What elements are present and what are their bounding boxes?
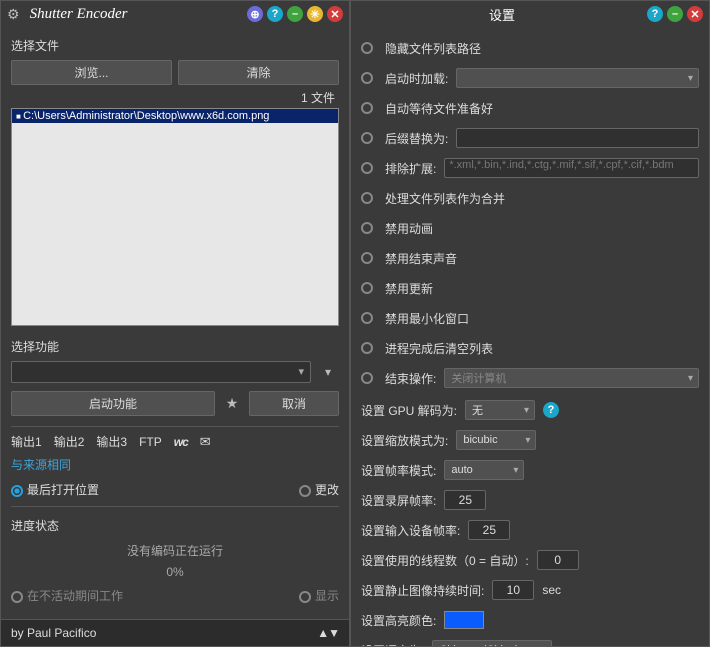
opt-disable-minimize[interactable]: 禁用最小化窗口 bbox=[361, 307, 699, 329]
opt-hide-path[interactable]: 隐藏文件列表路径 bbox=[361, 37, 699, 59]
highlight-color-picker[interactable] bbox=[444, 611, 484, 629]
main-titlebar: ⚙ Shutter Encoder ⊕ ? – ✳ ✕ bbox=[1, 1, 349, 27]
tab-output3[interactable]: 输出3 bbox=[96, 433, 127, 450]
opt-load-on-start[interactable] bbox=[361, 72, 373, 84]
select-files-label: 选择文件 bbox=[11, 37, 339, 54]
language-select[interactable]: Chinese (China) bbox=[432, 640, 552, 646]
function-dropdown[interactable] bbox=[11, 361, 311, 383]
app-title: Shutter Encoder bbox=[26, 6, 243, 23]
opt-auto-wait[interactable]: 自动等待文件准备好 bbox=[361, 97, 699, 119]
browse-button[interactable]: 浏览... bbox=[11, 60, 172, 85]
start-function-button[interactable]: 启动功能 bbox=[11, 391, 215, 416]
last-opened-option[interactable]: 最后打开位置 bbox=[11, 481, 99, 498]
chevron-down-icon[interactable]: ▾ bbox=[317, 361, 339, 383]
tab-output1[interactable]: 输出1 bbox=[11, 433, 42, 450]
file-list[interactable]: C:\Users\Administrator\Desktop\www.x6d.c… bbox=[11, 108, 339, 326]
mail-icon[interactable]: ✉ bbox=[200, 434, 211, 450]
opt-clear-after[interactable]: 进程完成后清空列表 bbox=[361, 337, 699, 359]
close-icon[interactable]: ✕ bbox=[687, 6, 703, 22]
idle-work-option[interactable]: 在不活动期间工作 bbox=[11, 587, 123, 604]
progress-percent: 0% bbox=[11, 565, 339, 579]
file-count: 1 文件 bbox=[11, 87, 339, 108]
author-bar: by Paul Pacifico ▲▼ bbox=[1, 619, 349, 646]
opt-disable-update[interactable]: 禁用更新 bbox=[361, 277, 699, 299]
expand-arrows-icon[interactable]: ▲▼ bbox=[317, 626, 339, 640]
help-icon[interactable]: ? bbox=[543, 402, 559, 418]
opt-treat-merge[interactable]: 处理文件列表作为合并 bbox=[361, 187, 699, 209]
scale-mode-select[interactable]: bicubic bbox=[456, 430, 536, 450]
help-icon[interactable]: ? bbox=[267, 6, 283, 22]
opt-disable-end-sound[interactable]: 禁用结束声音 bbox=[361, 247, 699, 269]
cancel-button[interactable]: 取消 bbox=[249, 391, 339, 416]
star-icon[interactable]: ★ bbox=[221, 393, 243, 415]
show-option[interactable]: 显示 bbox=[299, 587, 339, 604]
minimize-icon[interactable]: – bbox=[667, 6, 683, 22]
progress-label: 进度状态 bbox=[11, 517, 339, 534]
select-function-label: 选择功能 bbox=[11, 338, 339, 355]
gpu-decode-select[interactable]: 无 bbox=[465, 400, 535, 420]
change-option[interactable]: 更改 bbox=[299, 481, 339, 498]
threads-input[interactable]: 0 bbox=[537, 550, 579, 570]
exclude-ext-input[interactable]: *.xml,*.bin,*.ind,*.ctg,*.mif,*.sif,*.cp… bbox=[444, 158, 699, 178]
help-icon[interactable]: ? bbox=[647, 6, 663, 22]
output-tabs: 输出1 输出2 输出3 FTP wc ✉ bbox=[11, 433, 339, 450]
load-on-start-select[interactable] bbox=[456, 68, 699, 88]
still-duration-input[interactable]: 10 bbox=[492, 580, 534, 600]
opt-disable-anim[interactable]: 禁用动画 bbox=[361, 217, 699, 239]
close-icon[interactable]: ✕ bbox=[327, 6, 343, 22]
settings-title: 设置 bbox=[357, 5, 643, 24]
opt-exclude-ext[interactable] bbox=[361, 162, 373, 174]
same-as-source-link[interactable]: 与来源相同 bbox=[11, 456, 339, 473]
fps-mode-select[interactable]: auto bbox=[444, 460, 524, 480]
wetransfer-icon[interactable]: wc bbox=[174, 435, 188, 449]
input-fps-input[interactable]: 25 bbox=[468, 520, 510, 540]
clear-button[interactable]: 清除 bbox=[178, 60, 339, 85]
suffix-input[interactable] bbox=[456, 128, 699, 148]
opt-end-action[interactable] bbox=[361, 372, 373, 384]
main-window: ⚙ Shutter Encoder ⊕ ? – ✳ ✕ 选择文件 浏览... 清… bbox=[0, 0, 350, 647]
tab-ftp[interactable]: FTP bbox=[139, 435, 162, 449]
no-encoding-text: 没有编码正在运行 bbox=[11, 542, 339, 559]
settings-titlebar: 设置 ? – ✕ bbox=[351, 1, 709, 27]
settings-window: 设置 ? – ✕ 隐藏文件列表路径 启动时加载: 自动等待文件准备好 后缀替换为… bbox=[350, 0, 710, 647]
gear-icon[interactable]: ⚙ bbox=[7, 6, 20, 23]
author-text: by Paul Pacifico bbox=[11, 626, 96, 640]
record-fps-input[interactable]: 25 bbox=[444, 490, 486, 510]
tab-output2[interactable]: 输出2 bbox=[54, 433, 85, 450]
minimize-icon[interactable]: – bbox=[287, 6, 303, 22]
end-action-select[interactable]: 关闭计算机 bbox=[444, 368, 699, 388]
globe-icon[interactable]: ⊕ bbox=[247, 6, 263, 22]
opt-suffix-replace[interactable] bbox=[361, 132, 373, 144]
reduce-icon[interactable]: ✳ bbox=[307, 6, 323, 22]
list-item[interactable]: C:\Users\Administrator\Desktop\www.x6d.c… bbox=[12, 109, 338, 123]
